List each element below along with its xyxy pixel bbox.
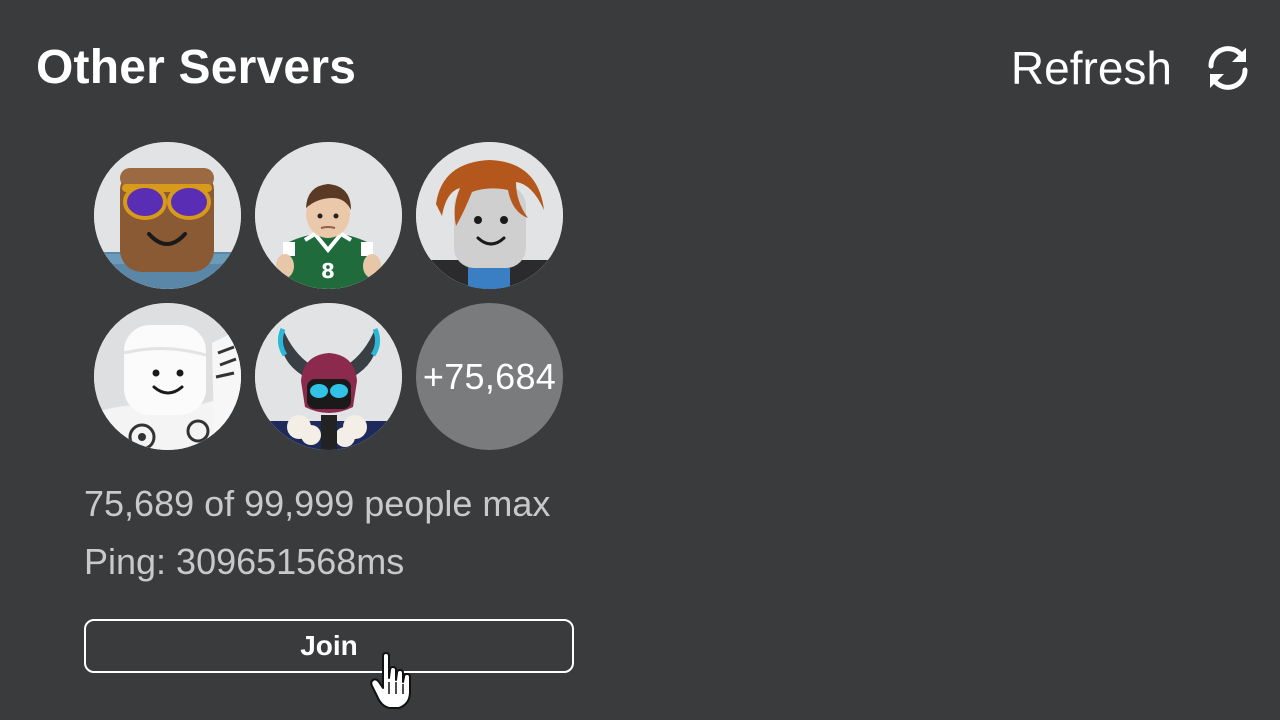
ping-text: Ping: 309651568ms — [84, 541, 405, 582]
avatar-orange-hair[interactable] — [416, 142, 563, 289]
player-count-text: 75,689 of 99,999 people max — [84, 483, 551, 524]
player-avatar-grid: 8 +75,684 — [94, 142, 563, 450]
more-players-label: +75,684 — [422, 355, 557, 397]
refresh-label: Refresh — [1010, 42, 1172, 94]
avatar-marshmallow[interactable] — [94, 303, 241, 450]
refresh-icon[interactable] — [1202, 42, 1254, 94]
avatar-sunglasses[interactable] — [94, 142, 241, 289]
section-title: Other Servers — [36, 41, 357, 94]
more-players-badge: +75,684 — [416, 303, 563, 450]
join-button[interactable]: Join — [84, 619, 574, 673]
avatar-green-jersey[interactable]: 8 — [255, 142, 402, 289]
avatar-horned-helmet[interactable] — [255, 303, 402, 450]
refresh-button[interactable]: Refresh — [1011, 38, 1254, 98]
hand-pointer-cursor-icon — [370, 652, 411, 709]
svg-text:8: 8 — [321, 259, 335, 283]
